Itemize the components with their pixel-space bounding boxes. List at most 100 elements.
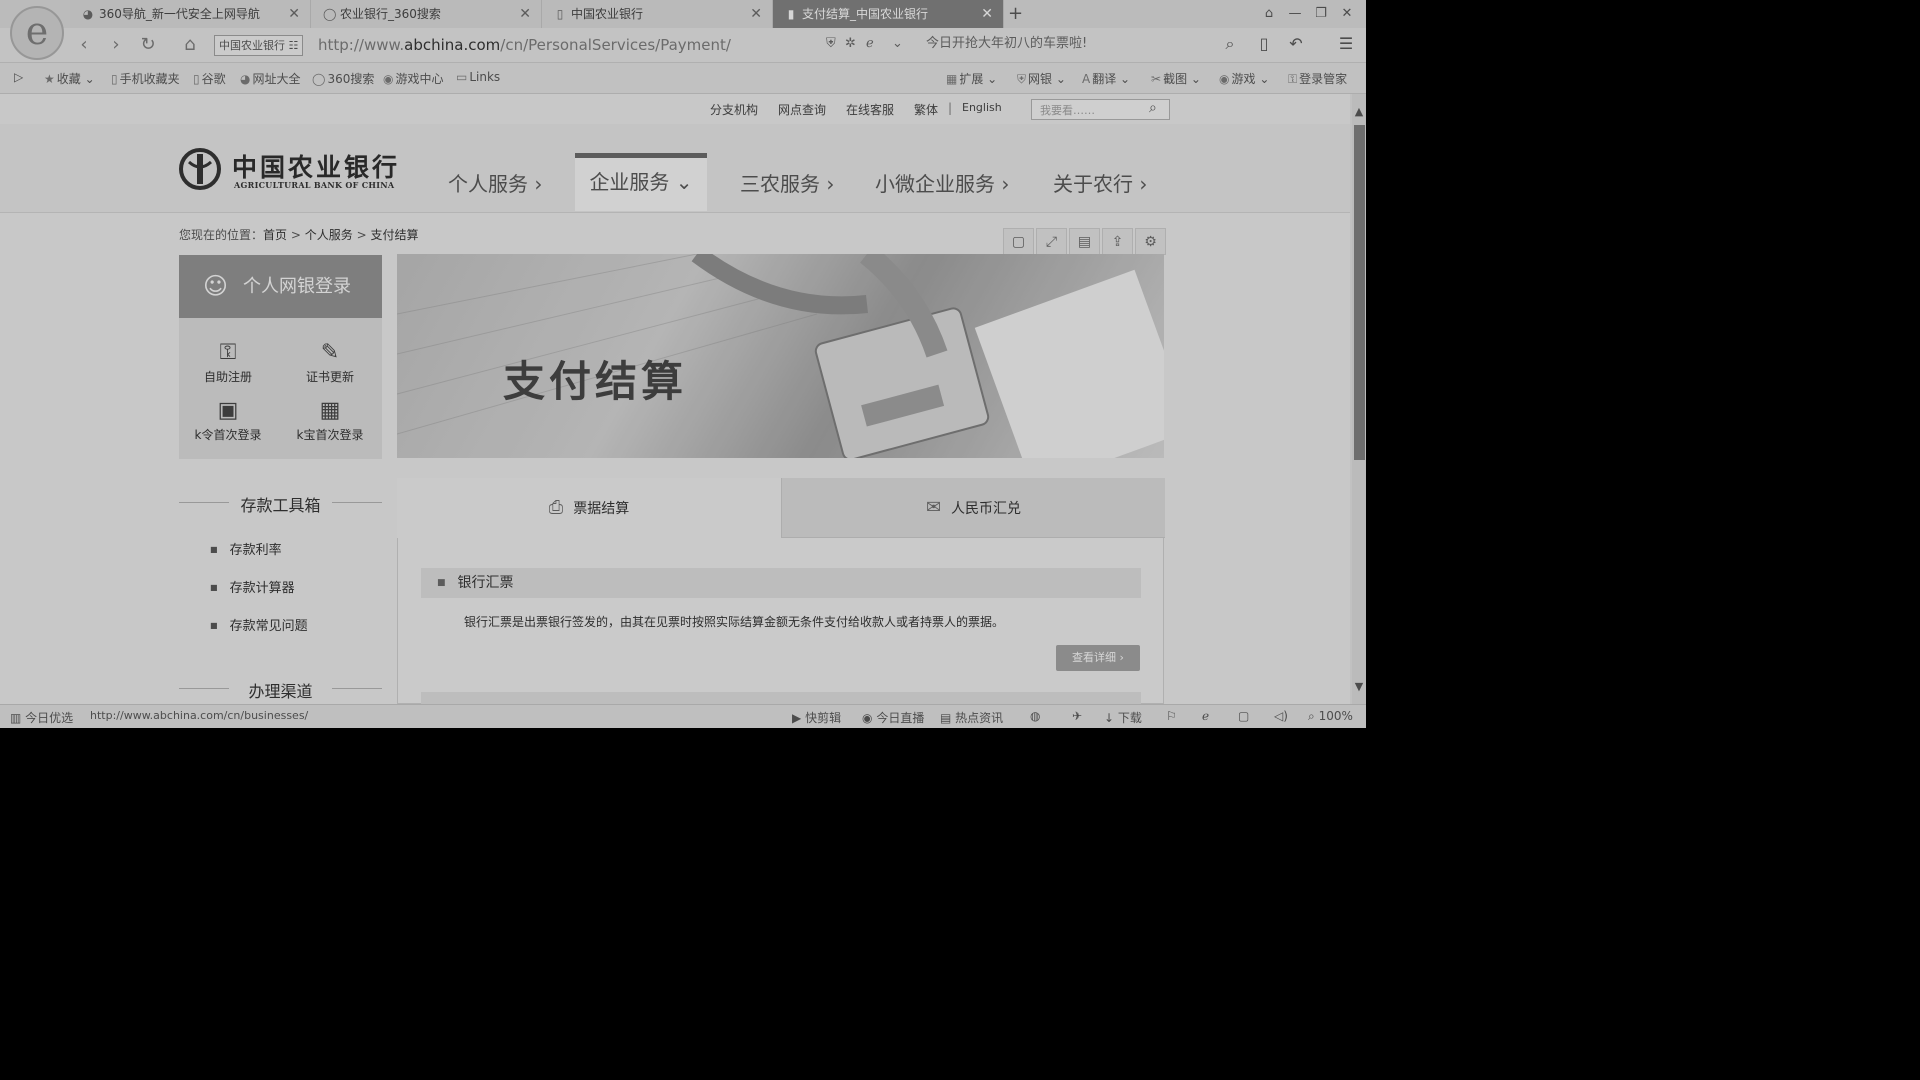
today-picks[interactable]: ▥ 今日优选: [10, 709, 73, 726]
bookmark-favorites[interactable]: ★ 收藏 ⌄: [44, 70, 95, 87]
zoom-level: 100%: [1318, 709, 1353, 723]
search-icon[interactable]: ⌕: [1218, 34, 1242, 54]
nav-rural[interactable]: 三农服务 ›: [740, 168, 834, 197]
breadcrumb-home[interactable]: 首页: [263, 228, 287, 242]
close-window-button[interactable]: ✕: [1334, 0, 1360, 28]
scrollbar-thumb[interactable]: [1354, 125, 1365, 460]
ie-mode-icon[interactable]: ℯ: [866, 36, 874, 51]
volume-icon[interactable]: ◁): [1274, 709, 1288, 723]
ebank-button[interactable]: ⛨ 网银 ⌄: [1017, 70, 1066, 87]
nav-about[interactable]: 关于农行 ›: [1053, 168, 1147, 197]
link-deposit-rates[interactable]: 存款利率: [210, 539, 282, 558]
topnav-service[interactable]: 在线客服: [846, 101, 894, 118]
translate-button[interactable]: A 翻译 ⌄: [1082, 70, 1130, 87]
scroll-up-icon[interactable]: ▲: [1352, 105, 1366, 118]
brand-name-cn[interactable]: 中国农业银行: [232, 148, 400, 184]
toolbar-label: 截图: [1163, 72, 1188, 86]
close-icon[interactable]: ✕: [981, 0, 993, 28]
quick-kbao-login[interactable]: ▦ k宝首次登录: [282, 398, 378, 443]
save-icon[interactable]: ▤: [1069, 228, 1100, 255]
quick-edit-button[interactable]: ▶ 快剪辑: [792, 709, 841, 726]
bookmark-mobile[interactable]: ▯ 手机收藏夹: [111, 70, 180, 87]
bookmark-page-icon[interactable]: ▢: [1003, 228, 1034, 255]
home-button[interactable]: ⌂: [178, 34, 202, 55]
skin-icon[interactable]: ⌂: [1256, 0, 1282, 28]
zoom-control[interactable]: ⌕ 100%: [1308, 709, 1353, 724]
abc-logo-icon[interactable]: [179, 148, 221, 190]
ie-icon[interactable]: ℯ: [1202, 709, 1209, 723]
nav-smb[interactable]: 小微企业服务 ›: [875, 168, 1009, 197]
nav-personal[interactable]: 个人服务 ›: [448, 168, 542, 197]
tab-payment-active[interactable]: ▮ 支付结算_中国农业银行 ✕: [773, 0, 1004, 28]
hot-news-button[interactable]: ▤ 热点资讯: [940, 709, 1003, 726]
quick-kling-login[interactable]: ▣ k令首次登录: [180, 398, 276, 443]
settings-icon[interactable]: ⚙: [1135, 228, 1166, 255]
close-icon[interactable]: ✕: [288, 0, 300, 28]
login-manager-button[interactable]: ⚿ 登录管家: [1288, 70, 1347, 87]
tab-label: 农业银行_360搜索: [340, 7, 441, 21]
url-field[interactable]: http://www.abchina.com/cn/PersonalServic…: [318, 36, 731, 54]
scroll-down-icon[interactable]: ▼: [1352, 680, 1366, 693]
gear-icon[interactable]: ✲: [845, 36, 856, 51]
undo-icon[interactable]: ↶: [1284, 34, 1308, 53]
pin-icon[interactable]: ✈: [1072, 709, 1082, 723]
restore-button[interactable]: ❐: [1308, 0, 1334, 28]
fullscreen-icon[interactable]: ⤢: [1036, 228, 1067, 255]
bookmark-games[interactable]: ◉ 游戏中心: [383, 70, 444, 87]
topnav-traditional[interactable]: 繁体: [914, 101, 938, 118]
speed-icon[interactable]: ◍: [1030, 709, 1040, 723]
minimize-button[interactable]: —: [1282, 0, 1308, 28]
games-button[interactable]: ◉ 游戏 ⌄: [1219, 70, 1269, 87]
close-icon[interactable]: ✕: [519, 0, 531, 28]
url-prefix: http://www.: [318, 36, 405, 54]
usbkey-icon: ▦: [319, 398, 341, 423]
shield-icon[interactable]: ⛨: [826, 36, 836, 51]
search-input[interactable]: 今日开抢大年初八的车票啦!: [906, 31, 1236, 57]
link-deposit-calculator[interactable]: 存款计算器: [210, 577, 295, 596]
topnav-outlets[interactable]: 网点查询: [778, 101, 826, 118]
view-details-button[interactable]: 查看详细 ›: [1056, 645, 1140, 671]
screenshot-button[interactable]: ✂ 截图 ⌄: [1151, 70, 1201, 87]
back-button[interactable]: ‹: [72, 34, 96, 55]
new-tab-button[interactable]: +: [1008, 0, 1023, 28]
forward-button[interactable]: ›: [104, 34, 128, 55]
bookmark-label: 网址大全: [252, 72, 301, 86]
quick-cert-update[interactable]: ✎ 证书更新: [282, 340, 378, 385]
refresh-button[interactable]: ↻: [136, 34, 160, 55]
personal-ebank-login[interactable]: ☺ 个人网银登录: [179, 255, 382, 318]
chevron-down-icon[interactable]: ⌄: [892, 36, 903, 51]
extensions-button[interactable]: ▦ 扩展 ⌄: [946, 70, 997, 87]
search-icon[interactable]: ⌕: [1149, 100, 1157, 116]
flag-icon[interactable]: ⚐: [1166, 709, 1177, 723]
bookmark-hao[interactable]: ◕ 网址大全: [240, 70, 301, 87]
close-icon[interactable]: ✕: [750, 0, 762, 28]
share-icon[interactable]: ⇪: [1102, 228, 1133, 255]
tab-bill-settlement[interactable]: ⎙ 票据结算: [397, 478, 781, 538]
game-icon: ◉: [383, 72, 394, 86]
toolbar-label: 登录管家: [1299, 72, 1348, 86]
live-button[interactable]: ◉ 今日直播: [862, 709, 924, 726]
tab-abc-home[interactable]: ▯ 中国农业银行 ✕: [542, 0, 773, 28]
bookmark-google[interactable]: ▯ 谷歌: [193, 70, 226, 87]
topnav-english[interactable]: English: [962, 101, 1002, 114]
quick-self-register[interactable]: ⚿ 自助注册: [180, 340, 276, 385]
tab-rmb-remittance[interactable]: ✉ 人民币汇兑: [781, 478, 1165, 538]
breadcrumb-section[interactable]: 个人服务: [305, 228, 353, 242]
mobile-icon[interactable]: ▯: [1252, 34, 1276, 53]
tab-360-nav[interactable]: ◕ 360导航_新一代安全上网导航 ✕: [70, 0, 311, 28]
sidebar-toggle-icon[interactable]: ▷: [14, 70, 23, 84]
puzzle-icon: ▦: [946, 72, 958, 86]
window-icon[interactable]: ▢: [1238, 709, 1249, 723]
360-browser-logo[interactable]: e: [10, 6, 64, 60]
topnav-branches[interactable]: 分支机构: [710, 101, 758, 118]
link-deposit-faq[interactable]: 存款常见问题: [210, 615, 308, 634]
url-domain: abchina.com: [404, 36, 501, 54]
download-button[interactable]: ↓ 下载: [1104, 709, 1142, 726]
nav-corporate[interactable]: 企业服务 ⌄: [575, 153, 707, 211]
bookmark-360search[interactable]: ◯ 360搜索: [312, 70, 374, 87]
site-badge[interactable]: 中国农业银行 ☷: [214, 35, 304, 56]
tab-360-search[interactable]: ◯ 农业银行_360搜索 ✕: [311, 0, 542, 28]
menu-icon[interactable]: ☰: [1334, 34, 1358, 53]
breadcrumb-separator: >: [290, 228, 301, 242]
bookmark-links[interactable]: ▭ Links: [456, 70, 500, 84]
